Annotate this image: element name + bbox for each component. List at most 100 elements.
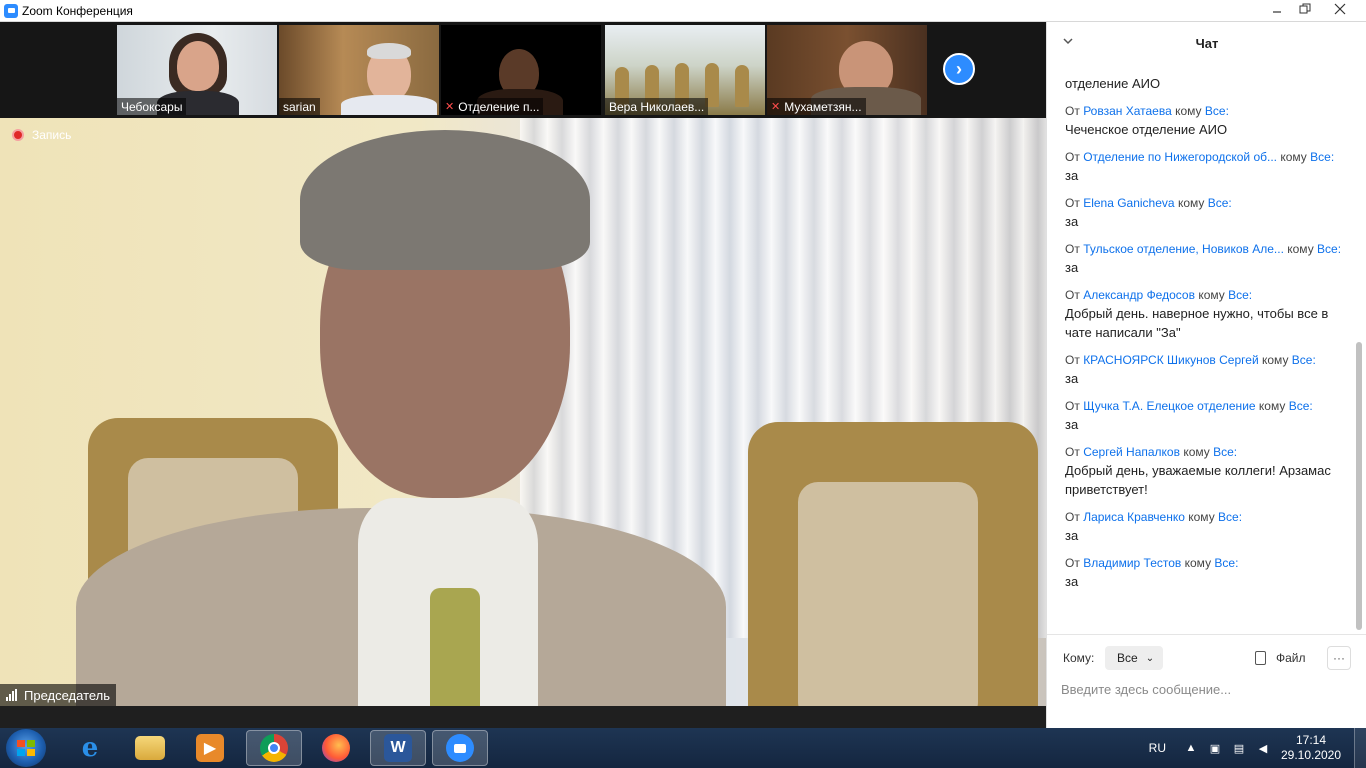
sender-name[interactable]: Александр Федосов	[1083, 288, 1195, 302]
signal-icon	[6, 689, 18, 701]
video-figure	[341, 95, 437, 115]
speaker-hair	[300, 130, 590, 270]
chat-message-partial: отделение АИО	[1065, 76, 1161, 91]
taskbar-zoom[interactable]	[432, 730, 488, 766]
participant-thumb[interactable]: Чебоксары	[117, 25, 277, 115]
media-player-icon: ▶	[196, 734, 224, 762]
sender-name[interactable]: Щучка Т.А. Елецкое отделение	[1083, 399, 1255, 413]
participant-thumb[interactable]: Вера Николаев...	[605, 25, 765, 115]
start-button[interactable]	[6, 729, 46, 767]
recipient-name: Все:	[1288, 399, 1313, 413]
next-page-button[interactable]: ›	[943, 53, 975, 85]
participant-thumb[interactable]: ✕ Отделение п...	[441, 25, 601, 115]
chat-message-text: Чеченское отделение АИО	[1065, 122, 1228, 137]
chat-message-meta: От Elena Ganicheva кому Все:	[1065, 196, 1232, 210]
minimize-icon	[1273, 11, 1281, 13]
sender-name[interactable]: Владимир Тестов	[1083, 556, 1181, 570]
sender-name[interactable]: Лариса Кравченко	[1083, 510, 1185, 524]
taskbar-chrome[interactable]	[246, 730, 302, 766]
speaker-name-label: Председатель	[0, 684, 117, 706]
chat-message-list[interactable]: отделение АИО От Ровзан Хатаева кому Все…	[1065, 74, 1345, 634]
more-options-button[interactable]: ···	[1327, 646, 1351, 670]
file-button[interactable]: Файл	[1255, 651, 1306, 665]
restore-button[interactable]	[1292, 0, 1318, 18]
action-center-icon[interactable]: ▣	[1208, 741, 1222, 755]
window-title: Zoom Конференция	[22, 3, 133, 18]
taskbar-word[interactable]: W	[370, 730, 426, 766]
message-input[interactable]	[1061, 677, 1351, 701]
recipient-name: Все:	[1204, 104, 1229, 118]
video-figure	[177, 41, 219, 91]
recipient-name: Все:	[1218, 510, 1243, 524]
sender-name[interactable]: Elena Ganicheva	[1083, 196, 1174, 210]
word-icon: W	[384, 734, 412, 762]
restore-icon	[1299, 3, 1311, 14]
recipient-name: Все:	[1310, 150, 1335, 164]
language-indicator[interactable]: RU	[1149, 741, 1166, 755]
chat-message-meta: От Лариса Кравченко кому Все:	[1065, 510, 1243, 524]
network-icon[interactable]: ▤	[1232, 741, 1246, 755]
sender-name[interactable]: КРАСНОЯРСК Шикунов Сергей	[1083, 353, 1258, 367]
recipient-name: Все:	[1214, 556, 1239, 570]
sender-name[interactable]: Тульское отделение, Новиков Але...	[1083, 242, 1284, 256]
chat-message: От Сергей Напалков кому Все: Добрый день,…	[1065, 444, 1345, 499]
show-desktop-button[interactable]	[1354, 728, 1366, 768]
chat-message: От КРАСНОЯРСК Шикунов Сергей кому Все: за	[1065, 352, 1345, 388]
taskbar-explorer[interactable]	[122, 730, 178, 766]
firefox-icon	[322, 734, 350, 762]
file-icon	[1255, 651, 1266, 665]
participant-thumb[interactable]: ✕ Мухаметзян...	[767, 25, 927, 115]
recipient-select[interactable]: Все ⌄	[1105, 646, 1163, 670]
mic-muted-icon: ✕	[445, 101, 455, 113]
sender-name[interactable]: Отделение по Нижегородской об...	[1083, 150, 1277, 164]
close-button[interactable]	[1320, 0, 1360, 18]
mic-muted-icon: ✕	[771, 101, 781, 113]
taskbar: e ▶ W RU ▲ ▣ ▤ ◀ 17:14 29.10.2020	[0, 728, 1366, 768]
zoom-icon	[4, 3, 18, 18]
chat-message: От Elena Ganicheva кому Все: за	[1065, 195, 1345, 231]
chat-message-meta: От Ровзан Хатаева кому Все:	[1065, 104, 1229, 118]
scrollbar-thumb[interactable]	[1356, 342, 1362, 630]
recipient-name: Все:	[1207, 196, 1232, 210]
taskbar-firefox[interactable]	[308, 730, 364, 766]
chevron-up-icon[interactable]: ▲	[1184, 741, 1198, 755]
chevron-right-icon: ›	[956, 58, 962, 79]
chat-scrollbar[interactable]	[1355, 70, 1363, 632]
chat-message-meta: От Александр Федосов кому Все:	[1065, 288, 1253, 302]
chat-message: От Лариса Кравченко кому Все: за	[1065, 509, 1345, 545]
windows-logo-icon	[17, 740, 35, 756]
minimize-button[interactable]	[1264, 0, 1290, 18]
chevron-down-icon[interactable]	[1063, 34, 1073, 48]
chat-message-meta: От Сергей Напалков кому Все:	[1065, 445, 1238, 459]
taskbar-internet-explorer[interactable]: e	[62, 730, 118, 766]
chat-message-meta: От Щучка Т.А. Елецкое отделение кому Все…	[1065, 399, 1313, 413]
chat-message-meta: От Отделение по Нижегородской об... кому…	[1065, 150, 1335, 164]
chat-message-meta: От КРАСНОЯРСК Шикунов Сергей кому Все:	[1065, 353, 1316, 367]
volume-icon[interactable]: ◀	[1256, 741, 1270, 755]
chat-message: От Ровзан Хатаева кому Все: Чеченское отд…	[1065, 103, 1345, 139]
participant-name: sarian	[279, 98, 320, 115]
recording-indicator: Запись	[12, 128, 71, 142]
chat-message: От Отделение по Нижегородской об... кому…	[1065, 149, 1345, 185]
participant-name: ✕ Мухаметзян...	[767, 98, 866, 115]
sender-name[interactable]: Ровзан Хатаева	[1083, 104, 1172, 118]
chat-message-text: за	[1065, 417, 1079, 432]
chat-message-text: за	[1065, 528, 1079, 543]
video-figure	[367, 43, 411, 59]
close-icon	[1334, 3, 1346, 15]
participant-name: Чебоксары	[117, 98, 187, 115]
participant-name: ✕ Отделение п...	[441, 98, 544, 115]
taskbar-media-player[interactable]: ▶	[182, 730, 238, 766]
clock[interactable]: 17:14 29.10.2020	[1280, 733, 1342, 763]
chat-message-text: за	[1065, 260, 1079, 275]
sender-name[interactable]: Сергей Напалков	[1083, 445, 1180, 459]
chrome-icon	[260, 734, 288, 762]
chat-title: Чат	[1195, 35, 1219, 51]
meeting-area: Чебоксары sarian ✕ Отделение п... Вера Ни…	[0, 22, 1046, 728]
chevron-down-icon: ⌄	[1145, 652, 1155, 664]
recipient-name: Все:	[1228, 288, 1253, 302]
main-speaker-video: Запись Председатель	[0, 118, 1046, 706]
title-bar: Zoom Конференция	[0, 0, 1366, 22]
chat-message-text: за	[1065, 371, 1079, 386]
participant-thumb[interactable]: sarian	[279, 25, 439, 115]
